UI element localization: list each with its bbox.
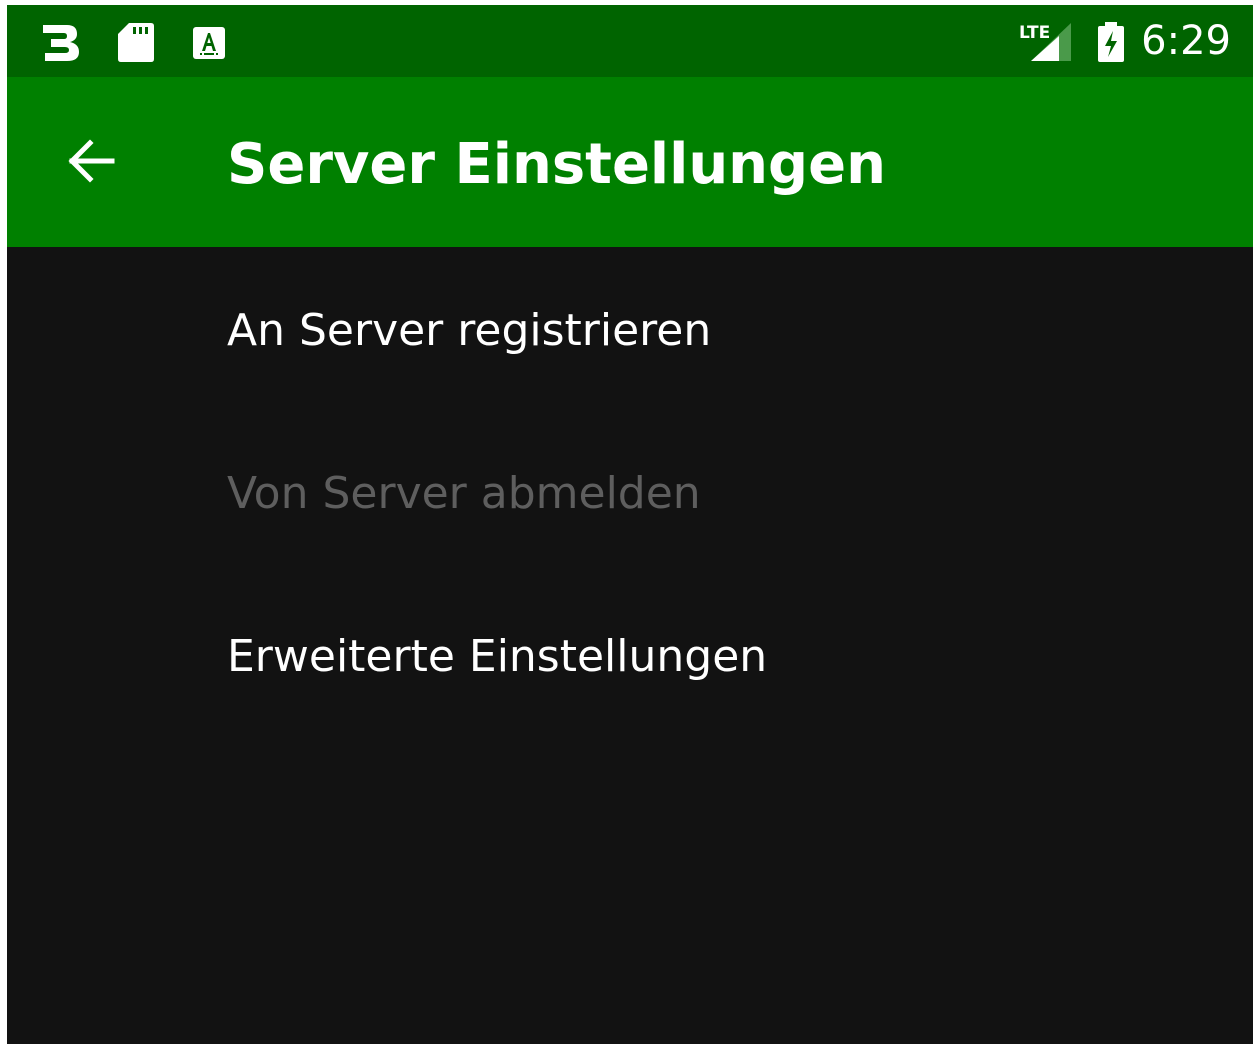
arrow-back-icon bbox=[68, 139, 115, 183]
toolbar: Server Einstellungen bbox=[7, 77, 1253, 247]
menu-item-register-server[interactable]: An Server registrieren bbox=[7, 247, 1253, 410]
status-time: 6:29 bbox=[1141, 18, 1231, 64]
menu-item-advanced-settings[interactable]: Erweiterte Einstellungen bbox=[7, 573, 1253, 736]
app-b-icon bbox=[43, 25, 79, 61]
app-screen: LTE 6:29 Server Einstellungen An Server … bbox=[7, 5, 1253, 1044]
back-button[interactable] bbox=[51, 121, 131, 201]
menu-item-unregister-server: Von Server abmelden bbox=[7, 410, 1253, 573]
menu-item-label: Von Server abmelden bbox=[227, 468, 701, 519]
status-bar: LTE 6:29 bbox=[7, 5, 1253, 77]
sd-card-icon bbox=[118, 23, 154, 62]
menu-item-label: An Server registrieren bbox=[227, 305, 712, 356]
settings-list: An Server registrieren Von Server abmeld… bbox=[7, 247, 1253, 736]
lte-signal-icon: LTE bbox=[1019, 23, 1071, 61]
battery-charging-icon bbox=[1098, 22, 1124, 62]
keyboard-a-icon bbox=[193, 27, 225, 59]
svg-text:LTE: LTE bbox=[1019, 23, 1050, 43]
page-title: Server Einstellungen bbox=[227, 132, 886, 197]
menu-item-label: Erweiterte Einstellungen bbox=[227, 631, 768, 682]
